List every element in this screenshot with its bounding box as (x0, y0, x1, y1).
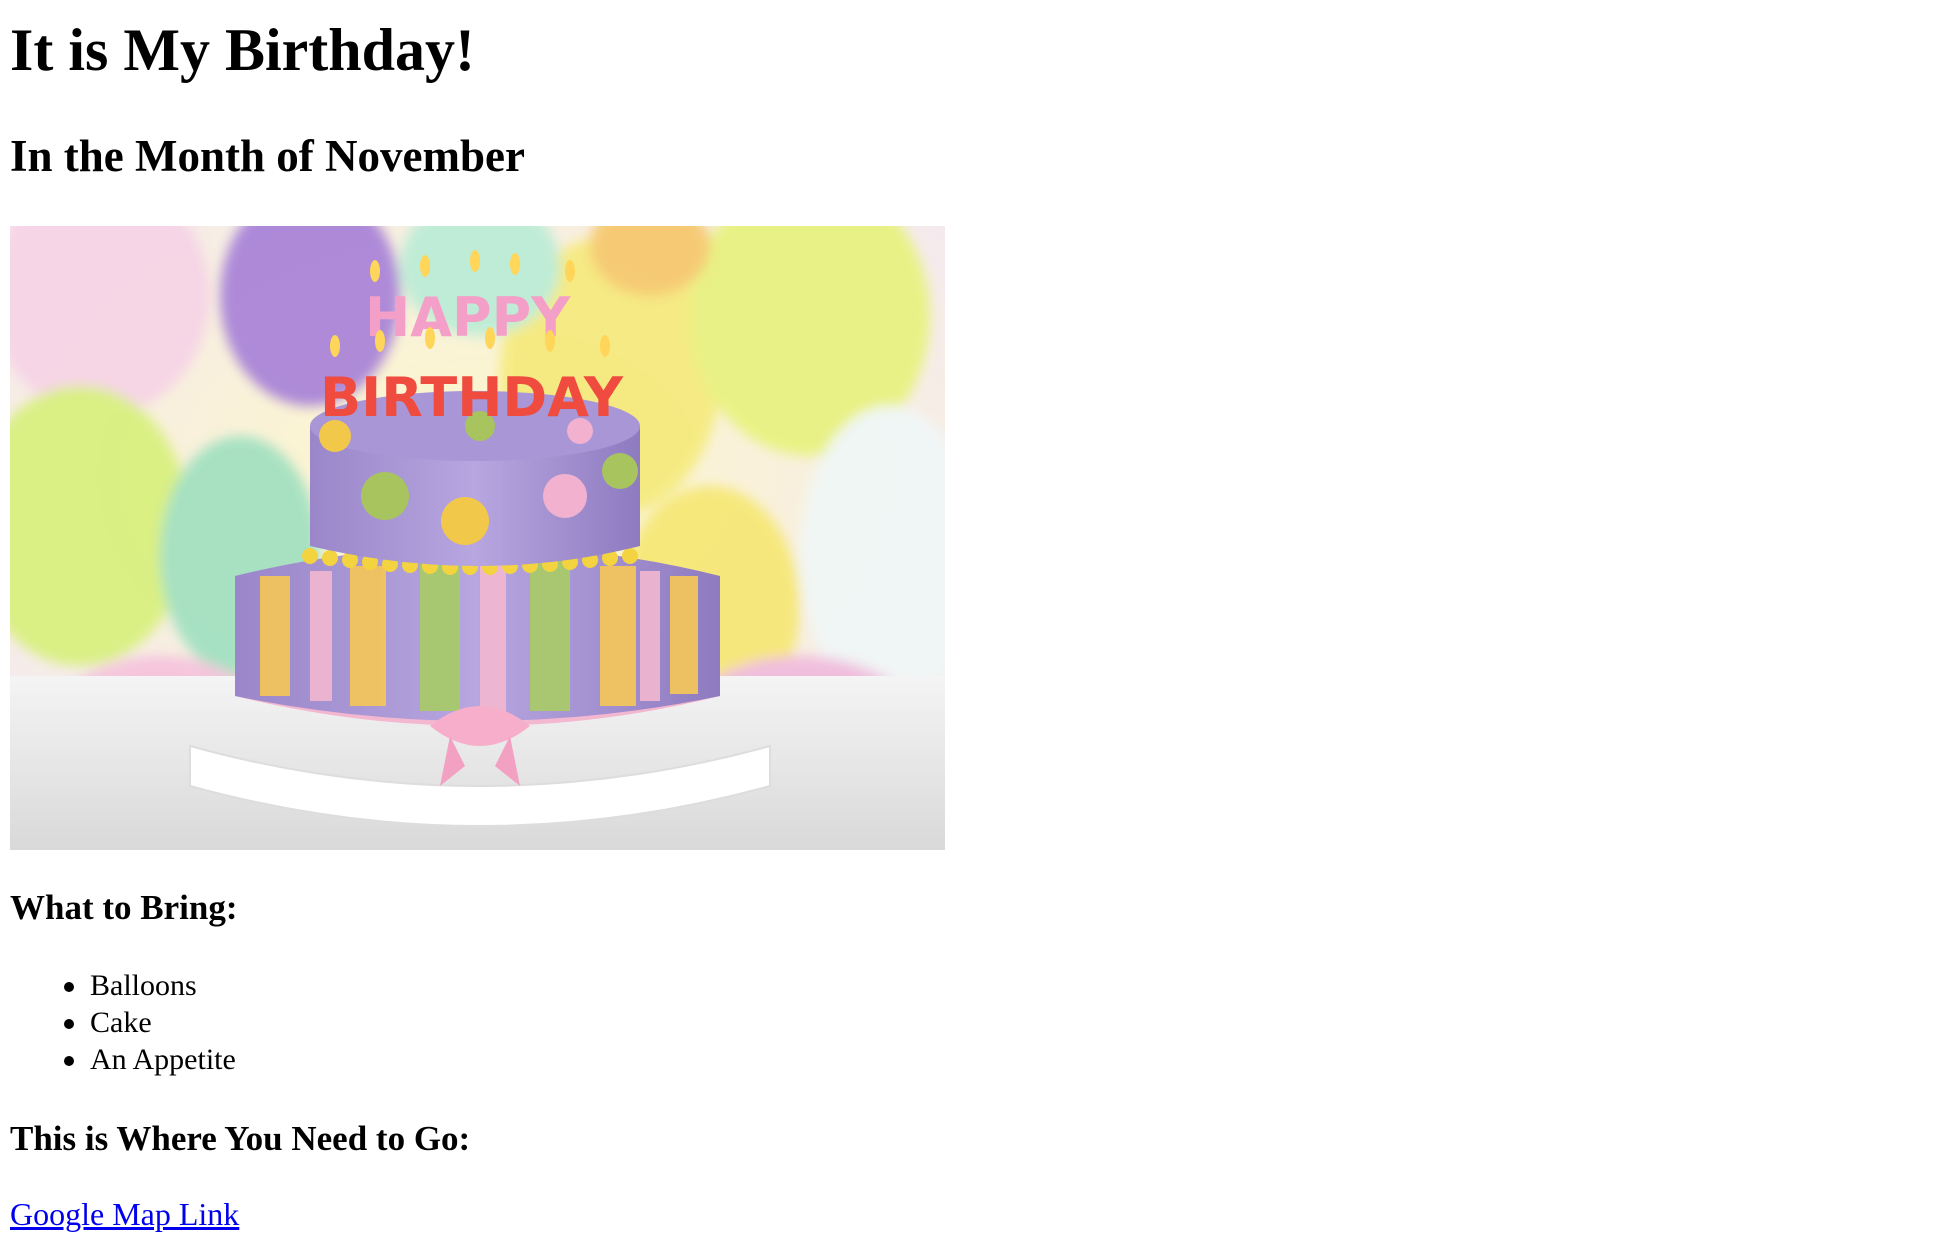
page-title: It is My Birthday! (10, 17, 475, 83)
list-item: Cake (10, 1004, 236, 1041)
bring-list: Balloons Cake An Appetite (10, 967, 236, 1078)
google-map-link[interactable]: Google Map Link (10, 1194, 239, 1234)
bullet-icon (64, 1056, 74, 1066)
candle-text-happy: HAPPY (365, 286, 571, 349)
list-item: Balloons (10, 967, 236, 1004)
bullet-icon (64, 982, 74, 992)
list-item: An Appetite (10, 1041, 236, 1078)
bullet-icon (64, 1019, 74, 1029)
bring-item-cake: Cake (90, 1006, 152, 1039)
directions-heading: This is Where You Need to Go: (10, 1119, 471, 1158)
candle-text-birthday: BIRTHDAY (320, 366, 624, 429)
bring-item-balloons: Balloons (90, 969, 197, 1002)
page-subtitle: In the Month of November (10, 131, 525, 181)
what-to-bring-heading: What to Bring: (10, 888, 238, 927)
bring-item-appetite: An Appetite (90, 1043, 236, 1076)
birthday-cake-image: HAPPY BIRTHDAY (10, 226, 945, 850)
